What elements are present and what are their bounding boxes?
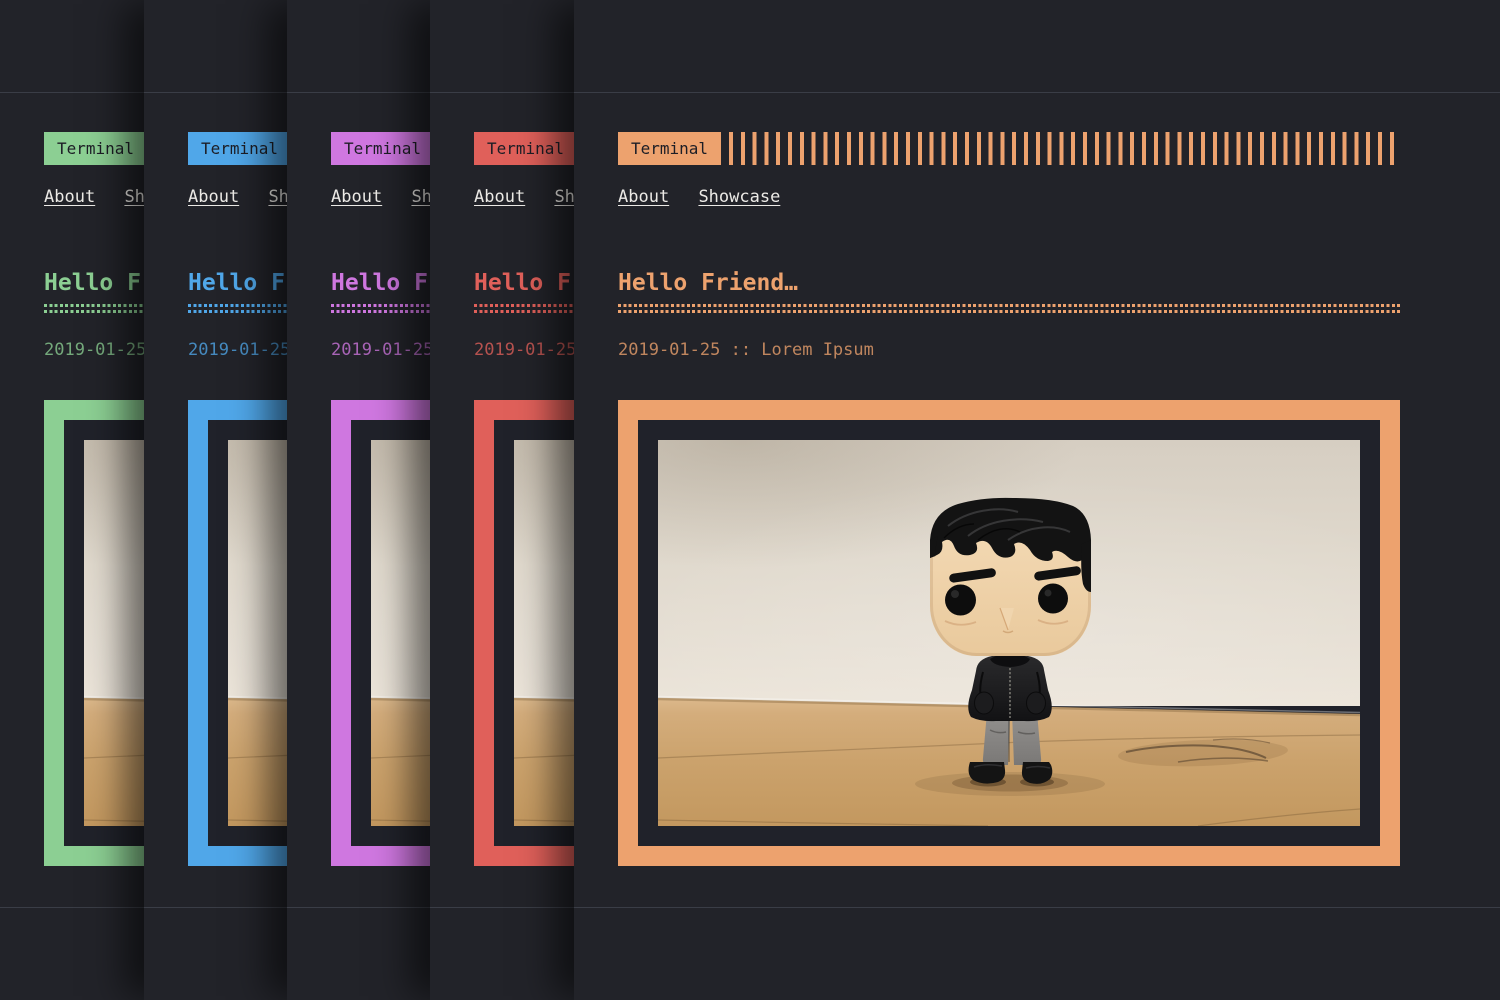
nav-link-about[interactable]: About [331,187,382,207]
site-nav: About Showcase [618,188,1400,207]
site-logo-badge[interactable]: Terminal [618,132,721,165]
nav-link-about[interactable]: About [44,187,95,207]
theme-screenshot-stack: Terminal About Showcase Hello Friend… 20… [0,0,1500,1000]
nav-link-showcase[interactable]: Showcase [698,187,780,207]
post-title-dotted-divider [618,304,1400,313]
site-logo-badge[interactable]: Terminal [331,132,434,165]
funko-pop-photo-illustration [658,440,1360,826]
post-cover-figure [618,400,1400,866]
site-logo-badge[interactable]: Terminal [474,132,577,165]
nav-link-about[interactable]: About [188,187,239,207]
page-content: Terminal About Showcase Hello Friend… 20… [574,0,1500,1000]
nav-link-about[interactable]: About [474,187,525,207]
logo-decoration-bars [729,132,1400,165]
site-header: Terminal [618,132,1400,165]
theme-panel-orange: Terminal About Showcase Hello Friend… 20… [574,0,1500,1000]
post-title: Hello Friend… [618,270,1400,298]
post-meta-date: 2019-01-25 :: Lorem Ipsum [618,341,1400,360]
funko-pop-photo [658,440,1360,826]
nav-link-about[interactable]: About [618,187,669,207]
site-logo-badge[interactable]: Terminal [188,132,291,165]
site-logo-badge[interactable]: Terminal [44,132,147,165]
